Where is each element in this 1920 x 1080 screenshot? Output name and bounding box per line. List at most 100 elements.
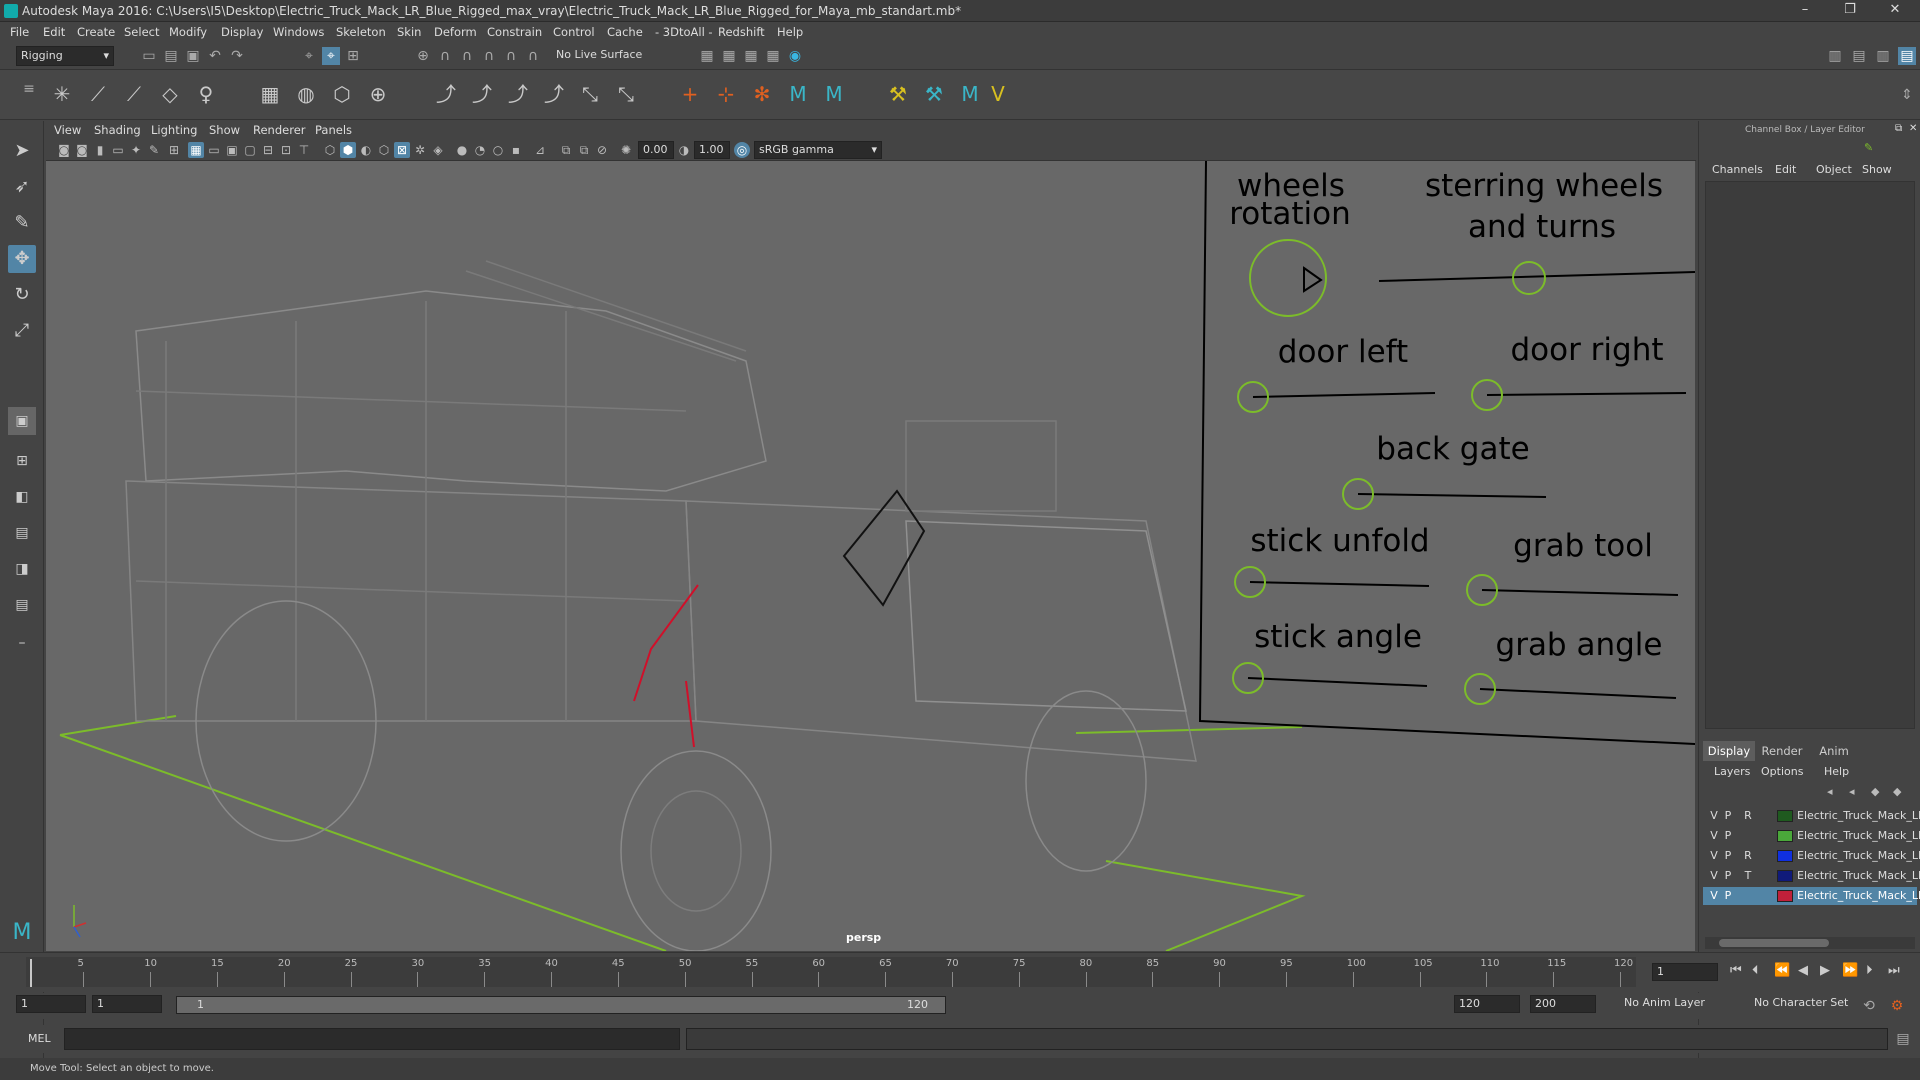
shadows-icon[interactable]: ● <box>454 142 470 158</box>
undo-icon[interactable]: ↶ <box>206 47 224 65</box>
resolution-gate-icon[interactable]: ▭ <box>206 142 222 158</box>
ipr-render-icon[interactable]: ▦ <box>742 47 760 65</box>
copy-weights-icon[interactable]: ⤴ <box>540 80 568 108</box>
channel-list[interactable] <box>1705 181 1915 729</box>
viewport-menu-renderer[interactable]: Renderer <box>253 123 306 137</box>
wireframe-on-shaded-icon[interactable]: ⬡ <box>376 142 392 158</box>
anim-prefs-icon[interactable]: ⚙ <box>1888 997 1906 1015</box>
rig-tool-icon[interactable]: ⚒ <box>884 80 912 108</box>
current-frame-field[interactable]: 1 <box>1652 963 1718 981</box>
snap-view-icon[interactable]: ∩ <box>480 47 498 65</box>
character-set-dropdown[interactable]: No Character Set <box>1750 995 1866 1013</box>
channel-menu-edit[interactable]: Edit <box>1775 163 1796 176</box>
play-backward-icon[interactable]: ◀ <box>1798 963 1808 978</box>
attribute-editor-icon[interactable]: ▥ <box>1826 47 1844 65</box>
tool-settings-icon[interactable]: ▤ <box>1850 47 1868 65</box>
layer-visibility-toggle[interactable]: V <box>1707 829 1721 842</box>
step-forward-key-icon[interactable]: ⏩ <box>1842 963 1858 978</box>
shelf-menu-icon[interactable]: ≡ <box>20 80 38 98</box>
persp-graph-icon[interactable]: ▤ <box>8 519 36 547</box>
select-object-icon[interactable]: ⌖ <box>322 47 340 65</box>
layer-color-swatch[interactable] <box>1777 810 1793 822</box>
playback-start-field[interactable]: 1 <box>92 995 162 1013</box>
insert-joint-icon[interactable]: ◇ <box>156 80 184 108</box>
new-layer-icon[interactable]: ◆ <box>1871 785 1879 798</box>
script-editor-icon[interactable]: ▤ <box>1894 1030 1912 1048</box>
camera-lock-icon[interactable]: ◙ <box>74 142 90 158</box>
menu-skin[interactable]: Skin <box>397 25 421 39</box>
channel-menu-object[interactable]: Object <box>1816 163 1852 176</box>
anim-layer-dropdown[interactable]: No Anim Layer <box>1620 995 1744 1013</box>
fit-icon[interactable]: ⊤ <box>296 142 312 158</box>
viewport-menu-shading[interactable]: Shading <box>94 123 141 137</box>
lasso-tool-icon[interactable]: ➶ <box>8 173 36 201</box>
move-layer-up-icon[interactable]: ◂ <box>1827 785 1833 798</box>
move-layer-down-icon[interactable]: ◂ <box>1849 785 1855 798</box>
four-view-icon[interactable]: ⊞ <box>8 447 36 475</box>
tab-display[interactable]: Display <box>1703 741 1755 761</box>
layer-row[interactable]: V P Electric_Truck_Mack_LR <box>1703 887 1920 905</box>
select-hierarchy-icon[interactable]: ⌖ <box>300 47 318 65</box>
play-forward-icon[interactable]: ▶ <box>1820 963 1830 978</box>
shelf-scroll-icon[interactable]: ⇕ <box>1898 86 1916 104</box>
playback-end-field[interactable]: 120 <box>1454 995 1520 1013</box>
layer-row[interactable]: VPR Electric_Truck_Mack_LR_Blue <box>1703 807 1920 825</box>
lattice-icon[interactable]: ▦ <box>256 80 284 108</box>
step-back-key-icon[interactable]: ⏪ <box>1774 963 1790 978</box>
rig-tool2-icon[interactable]: ⚒ <box>920 80 948 108</box>
xray-joints-icon[interactable]: ⧉ <box>558 142 574 158</box>
go-to-start-icon[interactable]: ⏮ <box>1730 963 1742 978</box>
menu-select[interactable]: Select <box>124 25 159 39</box>
color-space-dropdown[interactable]: sRGB gamma ▾ <box>754 141 882 159</box>
layer-playback-toggle[interactable]: P <box>1721 849 1735 862</box>
gate-mask-icon[interactable]: ▣ <box>224 142 240 158</box>
layout-extra-icon[interactable]: – <box>8 629 36 657</box>
snap-curve-icon[interactable]: ∩ <box>436 47 454 65</box>
script-m3-icon[interactable]: M <box>956 80 984 108</box>
smooth-shade-icon[interactable]: ⬢ <box>340 142 356 158</box>
xray-active-icon[interactable]: ⧉ <box>576 142 592 158</box>
persp-hypershade-icon[interactable]: ◨ <box>8 555 36 583</box>
menu-display[interactable]: Display <box>221 25 263 39</box>
grease-pencil-icon[interactable]: ✎ <box>146 142 162 158</box>
layer-playback-toggle[interactable]: P <box>1721 889 1735 902</box>
humanik-icon[interactable]: ♀ <box>192 80 220 108</box>
layout-list-icon[interactable]: ▤ <box>8 591 36 619</box>
range-slider-bar[interactable]: 1 120 <box>176 996 946 1014</box>
close-panel-icon[interactable]: ✕ <box>1909 123 1917 134</box>
paint-weights-icon[interactable]: ⤴ <box>468 80 496 108</box>
select-tool-icon[interactable]: ➤ <box>8 137 36 165</box>
wireframe-icon[interactable]: ⬡ <box>322 142 338 158</box>
menu-constrain[interactable]: Constrain <box>487 25 542 39</box>
menu-modify[interactable]: Modify <box>169 25 207 39</box>
viewport-menu-lighting[interactable]: Lighting <box>151 123 197 137</box>
wrap-deformer-icon[interactable]: ⬡ <box>328 80 356 108</box>
menu-help[interactable]: Help <box>777 25 803 39</box>
exposure-field[interactable]: 0.00 <box>638 141 674 159</box>
menu-redshift[interactable]: Redshift <box>718 25 765 39</box>
new-scene-icon[interactable]: ▭ <box>140 47 158 65</box>
menu-deform[interactable]: Deform <box>434 25 477 39</box>
ik-handle-icon[interactable]: ⟋ <box>84 80 112 108</box>
menu-windows[interactable]: Windows <box>273 25 324 39</box>
layer-display-type-toggle[interactable]: R <box>1741 849 1755 862</box>
layers-menu-layers[interactable]: Layers <box>1714 765 1750 778</box>
live-surface-field[interactable]: No Live Surface <box>552 46 648 66</box>
time-slider[interactable]: 5 10 15 20 25 30 35 40 45 50 55 60 65 70 75 80 85 90 95 100… <box>0 952 1920 992</box>
perspective-viewport[interactable]: wheels rotation sterring wheels and turn… <box>46 161 1695 951</box>
grid-toggle-icon[interactable]: ⊞ <box>166 142 182 158</box>
step-back-frame-icon[interactable]: ⏴ <box>1752 963 1759 978</box>
go-to-end-icon[interactable]: ⏭ <box>1888 963 1900 978</box>
scale-tool-icon[interactable]: ⤢ <box>8 317 36 345</box>
safe-action-icon[interactable]: ⊟ <box>260 142 276 158</box>
tab-anim[interactable]: Anim <box>1809 741 1859 761</box>
outliner-icon[interactable]: ▥ <box>1874 47 1892 65</box>
use-default-material-icon[interactable]: ◐ <box>358 142 374 158</box>
color-management-icon[interactable]: ◎ <box>734 142 750 158</box>
ambient-occlusion-icon[interactable]: ◔ <box>472 142 488 158</box>
animation-end-field[interactable]: 200 <box>1530 995 1596 1013</box>
layer-row[interactable]: V P T Electric_Truck_Mack_LR <box>1703 867 1920 885</box>
snap-magnet-icon[interactable]: ∩ <box>524 47 542 65</box>
layer-scroll-thumb[interactable] <box>1719 939 1829 947</box>
redo-icon[interactable]: ↷ <box>228 47 246 65</box>
